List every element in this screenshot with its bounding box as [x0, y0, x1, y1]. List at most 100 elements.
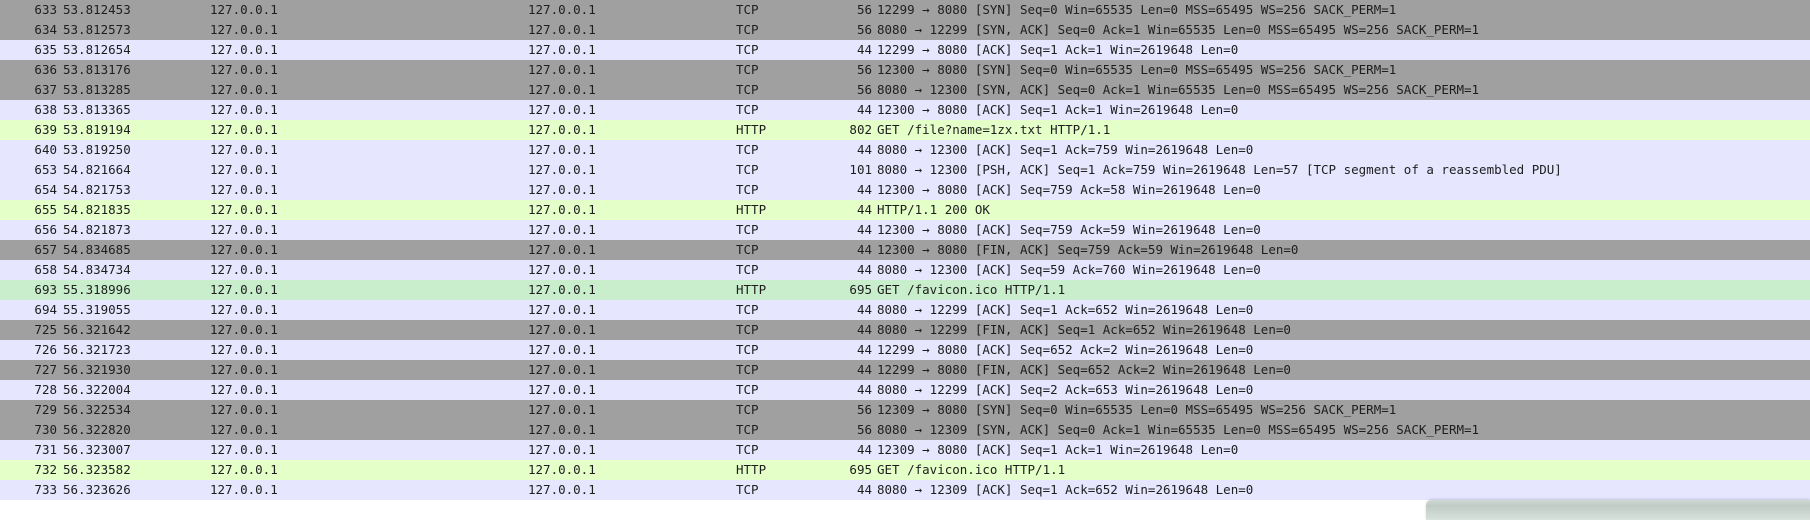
packet-destination: 127.0.0.1 — [528, 202, 596, 217]
packet-row[interactable]: 640 53.819250 127.0.0.1 127.0.0.1 TCP 44 8080 … — [0, 140, 1810, 160]
packet-row[interactable]: 657 54.834685 127.0.0.1 127.0.0.1 TCP 44 12300… — [0, 240, 1810, 260]
packet-time: 54.821835 — [63, 202, 131, 217]
packet-length: 802 — [849, 122, 872, 137]
packet-row[interactable]: 732 56.323582 127.0.0.1 127.0.0.1 HTTP 695 GET… — [0, 460, 1810, 480]
packet-source: 127.0.0.1 — [210, 282, 278, 297]
packet-time: 53.819194 — [63, 122, 131, 137]
packet-row[interactable]: 658 54.834734 127.0.0.1 127.0.0.1 TCP 44 8080 … — [0, 260, 1810, 280]
packet-source: 127.0.0.1 — [210, 242, 278, 257]
packet-number: 694 — [34, 302, 57, 317]
packet-row[interactable]: 730 56.322820 127.0.0.1 127.0.0.1 TCP 56 8080 … — [0, 420, 1810, 440]
packet-source: 127.0.0.1 — [210, 82, 278, 97]
packet-source: 127.0.0.1 — [210, 302, 278, 317]
packet-row[interactable]: 634 53.812573 127.0.0.1 127.0.0.1 TCP 56 8080 … — [0, 20, 1810, 40]
packet-row[interactable]: 728 56.322004 127.0.0.1 127.0.0.1 TCP 44 8080 … — [0, 380, 1810, 400]
packet-time: 53.812453 — [63, 2, 131, 17]
packet-destination: 127.0.0.1 — [528, 342, 596, 357]
packet-row[interactable]: 635 53.812654 127.0.0.1 127.0.0.1 TCP 44 12299… — [0, 40, 1810, 60]
packet-length: 44 — [856, 42, 872, 57]
packet-time: 56.321930 — [63, 362, 131, 377]
packet-length: 44 — [856, 142, 872, 157]
packet-length: 44 — [856, 242, 872, 257]
packet-info: GET /favicon.ico HTTP/1.1 — [877, 462, 1066, 477]
packet-number: 657 — [34, 242, 57, 257]
packet-length: 44 — [856, 362, 872, 377]
packet-destination: 127.0.0.1 — [528, 282, 596, 297]
packet-row[interactable]: 637 53.813285 127.0.0.1 127.0.0.1 TCP 56 8080 … — [0, 80, 1810, 100]
packet-number: 653 — [34, 162, 57, 177]
packet-row[interactable]: 653 54.821664 127.0.0.1 127.0.0.1 TCP 101 8080… — [0, 160, 1810, 180]
packet-row[interactable]: 633 53.812453 127.0.0.1 127.0.0.1 TCP 56 12299… — [0, 0, 1810, 20]
packet-length: 56 — [856, 82, 872, 97]
packet-info: 8080 → 12300 [PSH, ACK] Seq=1 Ack=759 Wi… — [877, 162, 1562, 177]
packet-row[interactable]: 731 56.323007 127.0.0.1 127.0.0.1 TCP 44 12309… — [0, 440, 1810, 460]
packet-destination: 127.0.0.1 — [528, 102, 596, 117]
packet-info: 8080 → 12309 [SYN, ACK] Seq=0 Ack=1 Win=… — [877, 422, 1480, 437]
packet-number: 634 — [34, 22, 57, 37]
packet-length: 44 — [856, 202, 872, 217]
packet-time: 54.821873 — [63, 222, 131, 237]
packet-destination: 127.0.0.1 — [528, 42, 596, 57]
packet-length: 44 — [856, 222, 872, 237]
packet-row[interactable]: 733 56.323626 127.0.0.1 127.0.0.1 TCP 44 8080 … — [0, 480, 1810, 500]
packet-time: 53.813365 — [63, 102, 131, 117]
packet-row[interactable]: 694 55.319055 127.0.0.1 127.0.0.1 TCP 44 8080 … — [0, 300, 1810, 320]
packet-destination: 127.0.0.1 — [528, 302, 596, 317]
window-edge-decoration — [1426, 500, 1810, 520]
packet-time: 56.321642 — [63, 322, 131, 337]
packet-number: 693 — [34, 282, 57, 297]
packet-length: 44 — [856, 102, 872, 117]
packet-row[interactable]: 729 56.322534 127.0.0.1 127.0.0.1 TCP 56 12309… — [0, 400, 1810, 420]
packet-destination: 127.0.0.1 — [528, 2, 596, 17]
packet-destination: 127.0.0.1 — [528, 482, 596, 497]
packet-row[interactable]: 655 54.821835 127.0.0.1 127.0.0.1 HTTP 44 HTTP… — [0, 200, 1810, 220]
packet-info: 12299 → 8080 [ACK] Seq=1 Ack=1 Win=26196… — [877, 42, 1239, 57]
packet-time: 55.319055 — [63, 302, 131, 317]
packet-number: 655 — [34, 202, 57, 217]
packet-info: 12300 → 8080 [ACK] Seq=759 Ack=58 Win=26… — [877, 182, 1261, 197]
packet-source: 127.0.0.1 — [210, 322, 278, 337]
packet-info: 8080 → 12299 [ACK] Seq=1 Ack=652 Win=261… — [877, 302, 1254, 317]
packet-time: 53.813176 — [63, 62, 131, 77]
packet-destination: 127.0.0.1 — [528, 322, 596, 337]
packet-length: 695 — [849, 462, 872, 477]
packet-row[interactable]: 639 53.819194 127.0.0.1 127.0.0.1 HTTP 802 GET… — [0, 120, 1810, 140]
packet-destination: 127.0.0.1 — [528, 242, 596, 257]
packet-destination: 127.0.0.1 — [528, 382, 596, 397]
packet-time: 56.322534 — [63, 402, 131, 417]
packet-destination: 127.0.0.1 — [528, 442, 596, 457]
packet-row[interactable]: 693 55.318996 127.0.0.1 127.0.0.1 HTTP 695 GET… — [0, 280, 1810, 300]
packet-time: 54.834685 — [63, 242, 131, 257]
packet-destination: 127.0.0.1 — [528, 402, 596, 417]
packet-source: 127.0.0.1 — [210, 22, 278, 37]
packet-source: 127.0.0.1 — [210, 122, 278, 137]
packet-info: 12299 → 8080 [FIN, ACK] Seq=652 Ack=2 Wi… — [877, 362, 1291, 377]
packet-info: 12299 → 8080 [SYN] Seq=0 Win=65535 Len=0… — [877, 2, 1397, 17]
packet-destination: 127.0.0.1 — [528, 462, 596, 477]
packet-info: GET /file?name=1zx.txt HTTP/1.1 — [877, 122, 1111, 137]
packet-destination: 127.0.0.1 — [528, 182, 596, 197]
packet-source: 127.0.0.1 — [210, 162, 278, 177]
packet-source: 127.0.0.1 — [210, 342, 278, 357]
packet-destination: 127.0.0.1 — [528, 222, 596, 237]
packet-number: 727 — [34, 362, 57, 377]
packet-row[interactable]: 725 56.321642 127.0.0.1 127.0.0.1 TCP 44 8080 … — [0, 320, 1810, 340]
packet-row[interactable]: 654 54.821753 127.0.0.1 127.0.0.1 TCP 44 12300… — [0, 180, 1810, 200]
packet-row[interactable]: 726 56.321723 127.0.0.1 127.0.0.1 TCP 44 12299… — [0, 340, 1810, 360]
packet-source: 127.0.0.1 — [210, 462, 278, 477]
packet-row[interactable]: 727 56.321930 127.0.0.1 127.0.0.1 TCP 44 12299… — [0, 360, 1810, 380]
packet-info: 12309 → 8080 [SYN] Seq=0 Win=65535 Len=0… — [877, 402, 1397, 417]
packet-length: 56 — [856, 2, 872, 17]
packet-number: 658 — [34, 262, 57, 277]
packet-list: 633 53.812453 127.0.0.1 127.0.0.1 TCP 56 12299… — [0, 0, 1810, 500]
packet-number: 635 — [34, 42, 57, 57]
packet-time: 54.834734 — [63, 262, 131, 277]
packet-number: 731 — [34, 442, 57, 457]
packet-source: 127.0.0.1 — [210, 422, 278, 437]
packet-time: 54.821753 — [63, 182, 131, 197]
packet-row[interactable]: 638 53.813365 127.0.0.1 127.0.0.1 TCP 44 12300… — [0, 100, 1810, 120]
packet-info: 12300 → 8080 [SYN] Seq=0 Win=65535 Len=0… — [877, 62, 1397, 77]
packet-row[interactable]: 656 54.821873 127.0.0.1 127.0.0.1 TCP 44 12300… — [0, 220, 1810, 240]
packet-number: 726 — [34, 342, 57, 357]
packet-row[interactable]: 636 53.813176 127.0.0.1 127.0.0.1 TCP 56 12300… — [0, 60, 1810, 80]
